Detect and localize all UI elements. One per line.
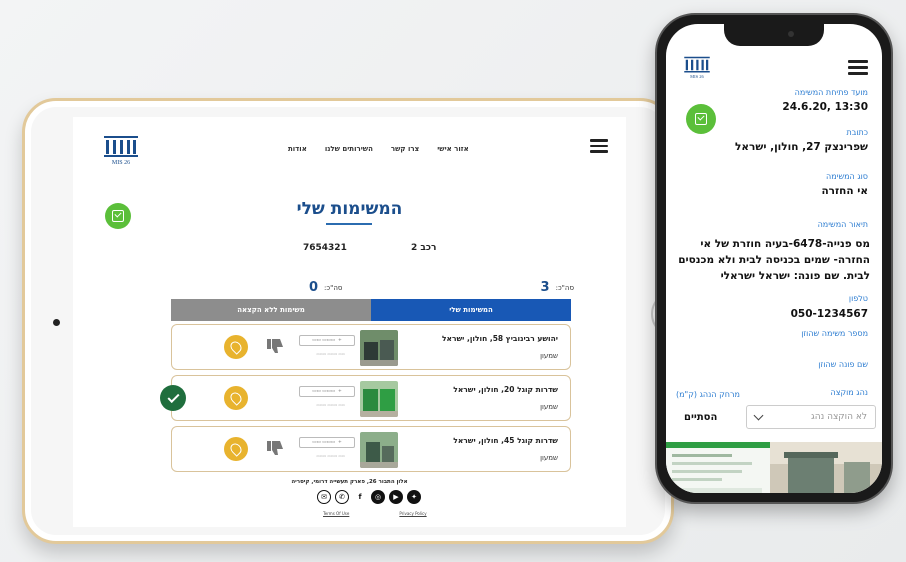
driver-select[interactable]: לא הוקצה נהג <box>746 405 876 429</box>
task-kind: שמעון <box>540 352 558 360</box>
phone-label: טלפון <box>848 294 868 303</box>
email-icon[interactable]: ✉ <box>317 490 331 504</box>
thumbs-down-icon[interactable] <box>266 337 286 355</box>
close-task-label[interactable]: הסתיים <box>684 412 717 423</box>
driver-select-value: לא הוקצה נהג <box>811 412 867 422</box>
completed-check-icon[interactable] <box>160 385 186 411</box>
upload-field[interactable]: + ▭▭▭ ▭▭ <box>299 437 355 448</box>
nav-about[interactable]: אודות <box>288 145 307 153</box>
privacy-link[interactable]: Privacy Policy <box>399 511 426 516</box>
footer-address: אלון התבור 26, פארק תעשייה דרומי, קיסריה <box>291 479 408 485</box>
task-card[interactable]: יהושע רבינוביץ 58, חולון, ישראל שמעון + ▭… <box>171 324 571 370</box>
type-label: סוג המשימה <box>826 172 868 181</box>
task-address: שדרות קוגל 20, חולון, ישראל <box>453 385 558 394</box>
upload-field[interactable]: + ▭▭▭ ▭▭ <box>299 335 355 346</box>
task-tabs: המשימות שלי משימות ללא הקצאה <box>171 299 571 321</box>
tab-unassigned[interactable]: משימות ללא הקצאה <box>171 299 371 321</box>
task-address: יהושע רבינוביץ 58, חולון, ישראל <box>441 334 558 343</box>
my-tasks-count: סה"כ: 3 <box>541 280 574 295</box>
tab-my-tasks[interactable]: המשימות שלי <box>371 299 571 321</box>
vehicle-label: רכב 2 <box>411 243 437 253</box>
top-nav: אזור אישי צרו קשר השירותים שלנו אודות <box>288 145 469 153</box>
phone-icon[interactable]: ✆ <box>335 490 349 504</box>
twitter-icon[interactable]: ✦ <box>407 490 421 504</box>
driver-label: נהג מוקצה <box>830 388 868 397</box>
vehicle-number: 7654321 <box>303 243 347 253</box>
max-size-note: ▭▭ ▭▭▭ ▭▭▭ <box>316 403 345 407</box>
social-links: ✉ ✆ f ◎ ▶ ✦ <box>317 490 421 504</box>
open-time-value: 24.6.20, 13:30 <box>782 101 868 113</box>
task-kind: שמעון <box>540 454 558 462</box>
tablet-device: MIS 26 אזור אישי צרו קשר השירותים שלנו א… <box>22 98 697 544</box>
company-logo: MIS 26 <box>104 136 138 166</box>
task-card[interactable]: שדרות קוגל 45, חולון, ישראל שמעון + ▭▭▭ ▭… <box>171 426 571 472</box>
type-value: אי החזרה <box>821 185 868 197</box>
checklist-icon[interactable] <box>686 104 716 134</box>
youtube-icon[interactable]: ▶ <box>389 490 403 504</box>
page-title: המשימות שלי <box>296 199 403 219</box>
phone-device: MIS 26 מועד פתיחת המשימה 24.6.20, 13:30 … <box>655 13 893 504</box>
company-logo: MIS 26 <box>684 56 710 79</box>
task-card[interactable]: שדרות קוגל 20, חולון, ישראל שמעון + ▭▭▭ ▭… <box>160 375 571 421</box>
max-size-note: ▭▭ ▭▭▭ ▭▭▭ <box>316 352 345 356</box>
nav-contact[interactable]: צרו קשר <box>391 145 419 153</box>
task-photos <box>666 442 882 493</box>
phone-notch <box>724 24 824 46</box>
svg-text:MIS 26: MIS 26 <box>690 74 704 79</box>
menu-icon[interactable] <box>590 139 608 153</box>
instagram-icon[interactable]: ◎ <box>371 490 385 504</box>
location-pin-icon[interactable] <box>224 335 248 359</box>
open-time-label: מועד פתיחת המשימה <box>794 88 868 97</box>
phone-value: 050-1234567 <box>790 308 868 320</box>
menu-icon[interactable] <box>848 60 868 75</box>
max-size-note: ▭▭ ▭▭▭ ▭▭▭ <box>316 454 345 458</box>
bin-photo <box>360 381 398 417</box>
address-value: שפרינצק 27, חולון, ישראל <box>735 141 868 153</box>
description-label: תיאור המשימה <box>817 220 868 229</box>
unassigned-count: סה"כ: 0 <box>309 280 342 295</box>
requester-name-label: שם פונה שהוזן <box>818 360 868 369</box>
phone-screen: MIS 26 מועד פתיחת המשימה 24.6.20, 13:30 … <box>666 24 882 493</box>
mockup-stage: MIS 26 אזור אישי צרו קשר השירותים שלנו א… <box>0 0 906 562</box>
task-address: שדרות קוגל 45, חולון, ישראל <box>453 436 558 445</box>
count-label: סה"כ: <box>324 283 343 292</box>
tablet-screen: MIS 26 אזור אישי צרו קשר השירותים שלנו א… <box>73 117 626 527</box>
tablet-camera <box>53 319 60 326</box>
location-pin-icon[interactable] <box>224 437 248 461</box>
distance-label: מרחק הנהג (ק"מ) <box>676 390 740 399</box>
thumbs-down-icon[interactable] <box>266 439 286 457</box>
chevron-down-icon <box>753 410 764 421</box>
bin-photo <box>770 442 882 493</box>
bin-photo <box>360 330 398 366</box>
upload-field[interactable]: + ▭▭▭ ▭▭ <box>299 386 355 397</box>
terms-link[interactable]: Terms Of Use <box>323 511 349 516</box>
task-number-label: מספר משימה שהוזן <box>801 329 868 338</box>
svg-text:MIS 26: MIS 26 <box>112 160 130 166</box>
bin-photo <box>360 432 398 468</box>
footer-links: Terms Of Use Privacy Policy <box>323 511 427 516</box>
count-label: סה"כ: <box>555 283 574 292</box>
title-underline <box>326 223 372 225</box>
task-kind: שמעון <box>540 403 558 411</box>
count-value: 3 <box>540 280 550 295</box>
nav-personal-area[interactable]: אזור אישי <box>437 145 468 153</box>
facebook-icon[interactable]: f <box>353 490 367 504</box>
nav-services[interactable]: השירותים שלנו <box>325 145 373 153</box>
description-value: מס פנייה-6478-בעיה חוזרת של אי החזרה- שמ… <box>678 238 870 282</box>
location-pin-icon[interactable] <box>224 386 248 410</box>
count-value: 0 <box>309 280 319 295</box>
screenshot-photo <box>666 442 770 493</box>
address-label: כתובת <box>846 128 868 137</box>
